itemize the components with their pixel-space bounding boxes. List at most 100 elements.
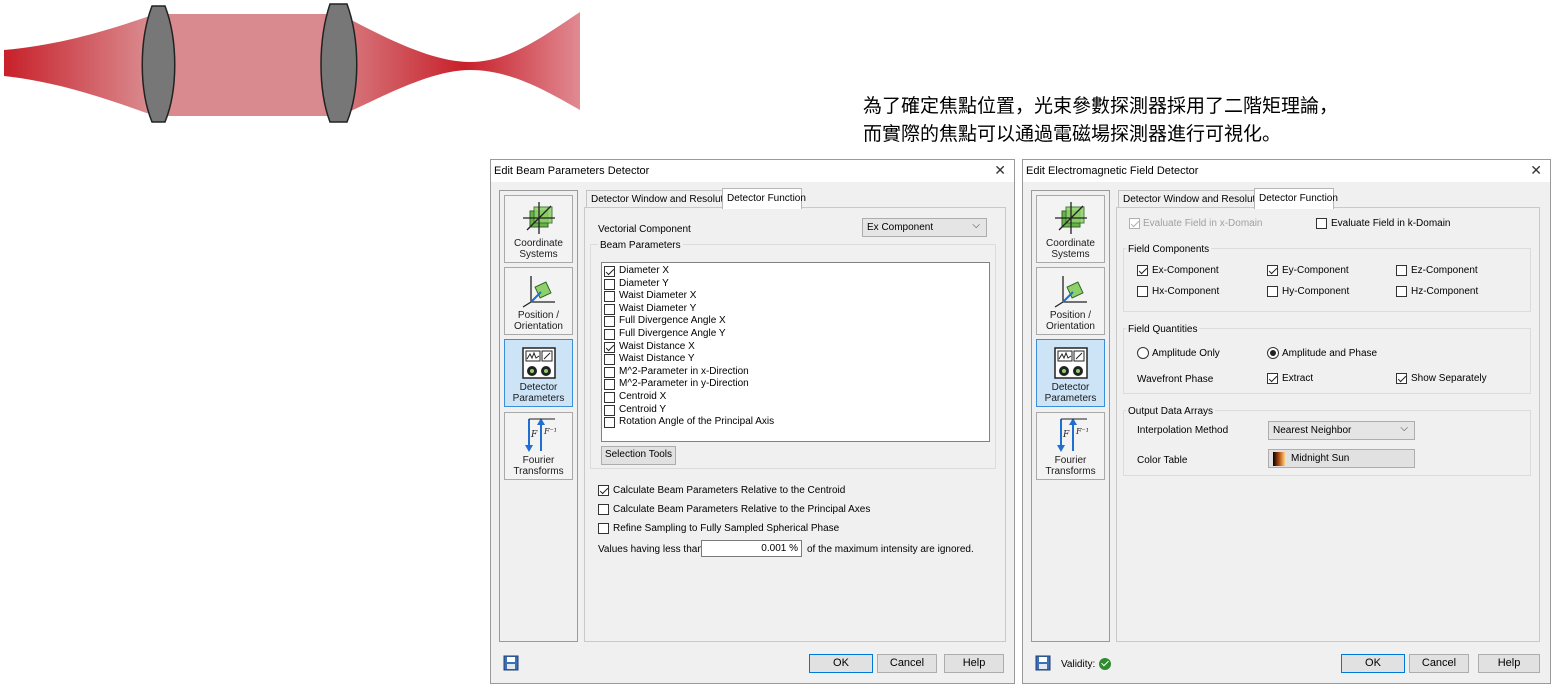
m2-parameter-y-checkbox[interactable] <box>604 379 615 391</box>
waist-distance-y-checkbox[interactable] <box>604 354 615 366</box>
cancel-button[interactable]: Cancel <box>1409 654 1469 673</box>
beam-parameters-list[interactable]: Diameter X Diameter Y Waist Diameter X W… <box>601 262 990 442</box>
relative-principal-axes-label: Calculate Beam Parameters Relative to th… <box>613 504 871 515</box>
tab-detector-window[interactable]: Detector Window and Resolution <box>586 190 737 208</box>
coordinate-systems-icon <box>1055 202 1087 234</box>
help-button[interactable]: Help <box>944 654 1004 673</box>
threshold-suffix: of the maximum intensity are ignored. <box>807 544 974 555</box>
dialog-title: Edit Electromagnetic Field Detector <box>1026 165 1199 177</box>
tab-panel: Evaluate Field in x-Domain Evaluate Fiel… <box>1116 207 1540 642</box>
lens-left <box>141 5 176 123</box>
full-divergence-angle-x-checkbox[interactable] <box>604 316 615 328</box>
midnight-sun-swatch-icon <box>1273 452 1285 466</box>
evaluate-x-checkbox[interactable] <box>1129 218 1140 229</box>
svg-text:F⁻¹: F⁻¹ <box>543 427 557 436</box>
ok-button[interactable]: OK <box>809 654 873 673</box>
refine-sampling-label: Refine Sampling to Fully Sampled Spheric… <box>613 523 840 534</box>
list-item-label: Waist Distance X <box>619 340 695 352</box>
list-item-label: Centroid X <box>619 391 667 402</box>
caption-line-2: 而實際的焦點可以通過電磁場探測器進行可視化。 <box>863 123 1282 145</box>
nav-item-detector-parameters[interactable]: Detector Parameters <box>504 339 573 407</box>
nav-item-detector-parameters[interactable]: Detector Parameters <box>1036 339 1105 407</box>
caption: 為了確定焦點位置，光束參數探測器採用了二階矩理論， 而實際的焦點可以通過電磁場探… <box>863 92 1338 148</box>
hx-component-checkbox[interactable] <box>1137 286 1148 297</box>
interpolation-method-select[interactable]: Nearest Neighbor ⌵ <box>1268 421 1415 440</box>
list-item-label: Waist Diameter Y <box>619 302 697 314</box>
relative-principal-axes-checkbox[interactable] <box>598 504 609 515</box>
list-item-label: Full Divergence Angle Y <box>619 328 726 339</box>
interpolation-method-label: Interpolation Method <box>1137 425 1229 436</box>
title-bar: Edit Beam Parameters Detector ✕ <box>491 160 1014 182</box>
evaluate-x-label: Evaluate Field in x-Domain <box>1143 218 1263 229</box>
nav-item-label: Detector Parameters <box>1044 382 1097 404</box>
amplitude-only-radio[interactable] <box>1137 347 1149 359</box>
detector-parameters-icon <box>1054 347 1088 379</box>
lens-right <box>320 3 358 123</box>
color-table-button[interactable]: Midnight Sun <box>1268 449 1415 468</box>
relative-centroid-checkbox[interactable] <box>598 485 609 496</box>
ex-component-checkbox[interactable] <box>1137 265 1148 276</box>
close-icon[interactable]: ✕ <box>994 162 1006 179</box>
nav-item-label: Fourier Transforms <box>513 455 564 477</box>
ey-component-checkbox[interactable] <box>1267 265 1278 276</box>
show-separately-label: Show Separately <box>1411 373 1487 384</box>
field-quantities-group: Field Quantities Amplitude Only Amplitud… <box>1123 324 1531 394</box>
ez-component-checkbox[interactable] <box>1396 265 1407 276</box>
field-components-group-title: Field Components <box>1126 244 1212 255</box>
list-item-label: Full Divergence Angle X <box>619 315 726 327</box>
waist-distance-x-checkbox[interactable] <box>604 341 615 353</box>
nav-item-position-orientation[interactable]: Position / Orientation <box>504 267 573 335</box>
ez-component-label: Ez-Component <box>1411 265 1478 276</box>
diameter-y-checkbox[interactable] <box>604 278 615 290</box>
threshold-prefix: Values having less than <box>598 544 703 555</box>
vectorial-component-select[interactable]: Ex Component ⌵ <box>862 218 987 237</box>
evaluate-k-checkbox[interactable] <box>1316 218 1327 229</box>
nav-item-fourier-transforms[interactable]: F F⁻¹ Fourier Transforms <box>1036 412 1105 480</box>
m2-parameter-x-checkbox[interactable] <box>604 366 615 378</box>
cancel-button[interactable]: Cancel <box>877 654 937 673</box>
nav-item-label: Coordinate Systems <box>1046 238 1095 260</box>
centroid-x-checkbox[interactable] <box>604 392 615 403</box>
hz-component-checkbox[interactable] <box>1396 286 1407 297</box>
color-table-value: Midnight Sun <box>1291 453 1350 464</box>
rotation-angle-checkbox[interactable] <box>604 417 615 429</box>
coordinate-systems-icon <box>523 202 555 234</box>
show-separately-checkbox[interactable] <box>1396 373 1407 384</box>
nav-item-position-orientation[interactable]: Position / Orientation <box>1036 267 1105 335</box>
nav-item-coordinate-systems[interactable]: Coordinate Systems <box>1036 195 1105 263</box>
waist-diameter-y-checkbox[interactable] <box>604 303 615 315</box>
output-data-arrays-group: Output Data Arrays Interpolation Method … <box>1123 406 1531 476</box>
vectorial-component-label: Vectorial Component <box>598 224 691 235</box>
close-icon[interactable]: ✕ <box>1530 162 1542 179</box>
full-divergence-angle-y-checkbox[interactable] <box>604 329 615 340</box>
selection-tools-button[interactable]: Selection Tools <box>601 446 676 465</box>
save-icon[interactable] <box>1035 655 1051 671</box>
extract-checkbox[interactable] <box>1267 373 1278 384</box>
nav-item-coordinate-systems[interactable]: Coordinate Systems <box>504 195 573 263</box>
diameter-x-checkbox[interactable] <box>604 266 615 277</box>
hy-component-checkbox[interactable] <box>1267 286 1278 297</box>
centroid-y-checkbox[interactable] <box>604 404 615 416</box>
beam-shape <box>4 12 580 116</box>
waist-diameter-x-checkbox[interactable] <box>604 291 615 303</box>
amplitude-phase-radio[interactable] <box>1267 347 1279 359</box>
ok-button[interactable]: OK <box>1341 654 1405 673</box>
help-button[interactable]: Help <box>1478 654 1540 673</box>
list-item-label: M^2-Parameter in y-Direction <box>619 378 749 390</box>
threshold-input[interactable]: 0.001 % <box>701 540 802 557</box>
nav-item-fourier-transforms[interactable]: F F⁻¹ Fourier Transforms <box>504 412 573 480</box>
save-icon[interactable] <box>503 655 519 671</box>
nav-item-label: Position / Orientation <box>1046 310 1095 332</box>
output-data-arrays-group-title: Output Data Arrays <box>1126 406 1216 417</box>
fourier-transforms-icon: F F⁻¹ <box>1057 418 1089 452</box>
tab-detector-window[interactable]: Detector Window and Resolution <box>1118 190 1269 208</box>
list-item-label: Waist Distance Y <box>619 353 695 365</box>
position-orientation-icon <box>522 276 555 308</box>
evaluate-k-label: Evaluate Field in k-Domain <box>1331 218 1451 229</box>
relative-centroid-label: Calculate Beam Parameters Relative to th… <box>613 485 846 496</box>
refine-sampling-checkbox[interactable] <box>598 523 609 534</box>
nav-sidebar: Coordinate Systems Position / Orientation <box>499 190 578 642</box>
tab-detector-function[interactable]: Detector Function <box>722 188 806 209</box>
tab-detector-function[interactable]: Detector Function <box>1254 188 1338 209</box>
caption-line-1: 為了確定焦點位置，光束參數探測器採用了二階矩理論， <box>863 95 1339 117</box>
